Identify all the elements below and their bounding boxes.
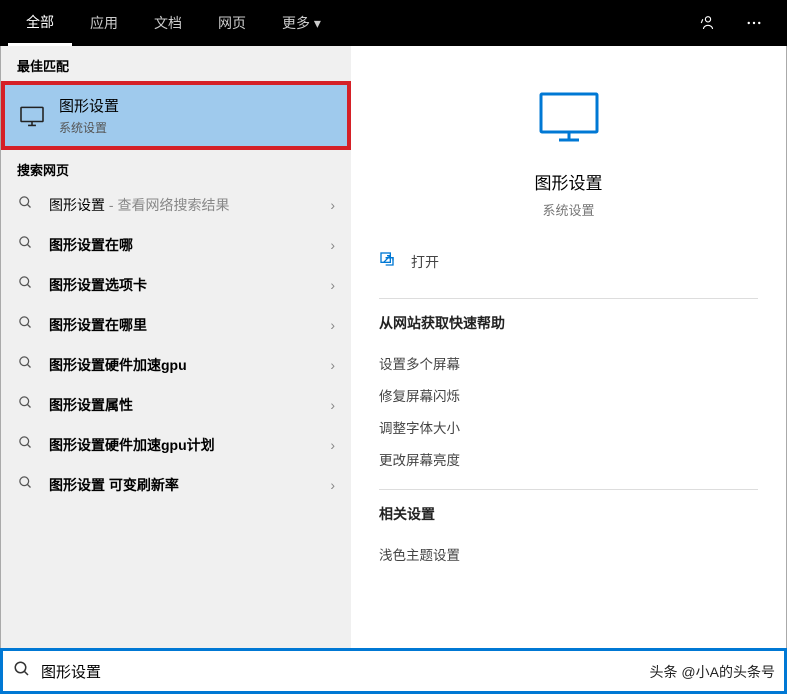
monitor-icon <box>19 105 45 127</box>
divider <box>379 298 758 299</box>
open-label: 打开 <box>411 252 439 272</box>
chevron-right-icon: › <box>330 277 335 293</box>
help-link-3[interactable]: 更改屏幕亮度 <box>379 443 758 475</box>
web-result-5[interactable]: 图形设置属性 › <box>1 385 351 425</box>
filter-tabs: 全部 应用 文档 网页 更多 ▾ <box>8 0 691 46</box>
more-icon[interactable] <box>737 10 771 36</box>
result-text: 图形设置 - 查看网络搜索结果 <box>49 195 330 215</box>
preview-panel: 图形设置 系统设置 打开 从网站获取快速帮助 设置多个屏幕 修复屏幕闪烁 调整字… <box>351 46 786 648</box>
chevron-right-icon: › <box>330 437 335 453</box>
preview-title: 图形设置 <box>379 169 758 194</box>
result-text: 图形设置 可变刷新率 <box>49 475 330 495</box>
related-section-header: 相关设置 <box>379 504 758 524</box>
best-match-subtitle: 系统设置 <box>59 119 119 136</box>
preview-subtitle: 系统设置 <box>379 200 758 219</box>
web-result-2[interactable]: 图形设置选项卡 › <box>1 265 351 305</box>
search-icon <box>17 195 33 215</box>
monitor-icon <box>537 90 601 144</box>
tab-docs[interactable]: 文档 <box>136 0 200 46</box>
result-text: 图形设置选项卡 <box>49 275 330 295</box>
web-result-6[interactable]: 图形设置硬件加速gpu计划 › <box>1 425 351 465</box>
result-text: 图形设置硬件加速gpu计划 <box>49 435 330 455</box>
chevron-right-icon: › <box>330 197 335 213</box>
top-bar: 全部 应用 文档 网页 更多 ▾ <box>0 0 787 46</box>
chevron-right-icon: › <box>330 357 335 373</box>
web-result-7[interactable]: 图形设置 可变刷新率 › <box>1 465 351 505</box>
web-result-3[interactable]: 图形设置在哪里 › <box>1 305 351 345</box>
feedback-icon[interactable] <box>691 10 725 36</box>
content-area: 最佳匹配 图形设置 系统设置 搜索网页 图形设置 - 查看网络搜索结果 › 图形… <box>0 46 787 648</box>
tab-more[interactable]: 更多 ▾ <box>264 0 339 46</box>
chevron-right-icon: › <box>330 397 335 413</box>
result-text: 图形设置在哪里 <box>49 315 330 335</box>
search-icon <box>17 235 33 255</box>
open-action[interactable]: 打开 <box>379 239 758 284</box>
web-result-1[interactable]: 图形设置在哪 › <box>1 225 351 265</box>
result-text: 图形设置硬件加速gpu <box>49 355 330 375</box>
search-icon <box>17 355 33 375</box>
search-icon <box>13 660 31 683</box>
watermark: 头条 @小A的头条号 <box>650 662 775 682</box>
best-match-title: 图形设置 <box>59 95 119 116</box>
chevron-right-icon: › <box>330 477 335 493</box>
web-result-4[interactable]: 图形设置硬件加速gpu › <box>1 345 351 385</box>
preview-header: 图形设置 系统设置 <box>379 66 758 239</box>
best-match-header: 最佳匹配 <box>1 46 351 81</box>
top-actions <box>691 10 779 36</box>
divider <box>379 489 758 490</box>
open-icon <box>379 251 397 272</box>
help-link-1[interactable]: 修复屏幕闪烁 <box>379 379 758 411</box>
web-result-0[interactable]: 图形设置 - 查看网络搜索结果 › <box>1 185 351 225</box>
tab-apps[interactable]: 应用 <box>72 0 136 46</box>
help-link-2[interactable]: 调整字体大小 <box>379 411 758 443</box>
chevron-right-icon: › <box>330 237 335 253</box>
result-text: 图形设置在哪 <box>49 235 330 255</box>
search-icon <box>17 315 33 335</box>
web-search-header: 搜索网页 <box>1 150 351 185</box>
chevron-down-icon: ▾ <box>314 15 321 32</box>
best-match-item[interactable]: 图形设置 系统设置 <box>1 81 351 150</box>
results-panel: 最佳匹配 图形设置 系统设置 搜索网页 图形设置 - 查看网络搜索结果 › 图形… <box>1 46 351 648</box>
search-icon <box>17 395 33 415</box>
chevron-right-icon: › <box>330 317 335 333</box>
tab-web[interactable]: 网页 <box>200 0 264 46</box>
best-match-text: 图形设置 系统设置 <box>59 95 119 136</box>
tab-all[interactable]: 全部 <box>8 0 72 46</box>
search-icon <box>17 435 33 455</box>
help-link-0[interactable]: 设置多个屏幕 <box>379 347 758 379</box>
related-link-0[interactable]: 浅色主题设置 <box>379 538 758 570</box>
result-text: 图形设置属性 <box>49 395 330 415</box>
search-icon <box>17 475 33 495</box>
search-icon <box>17 275 33 295</box>
help-section-header: 从网站获取快速帮助 <box>379 313 758 333</box>
